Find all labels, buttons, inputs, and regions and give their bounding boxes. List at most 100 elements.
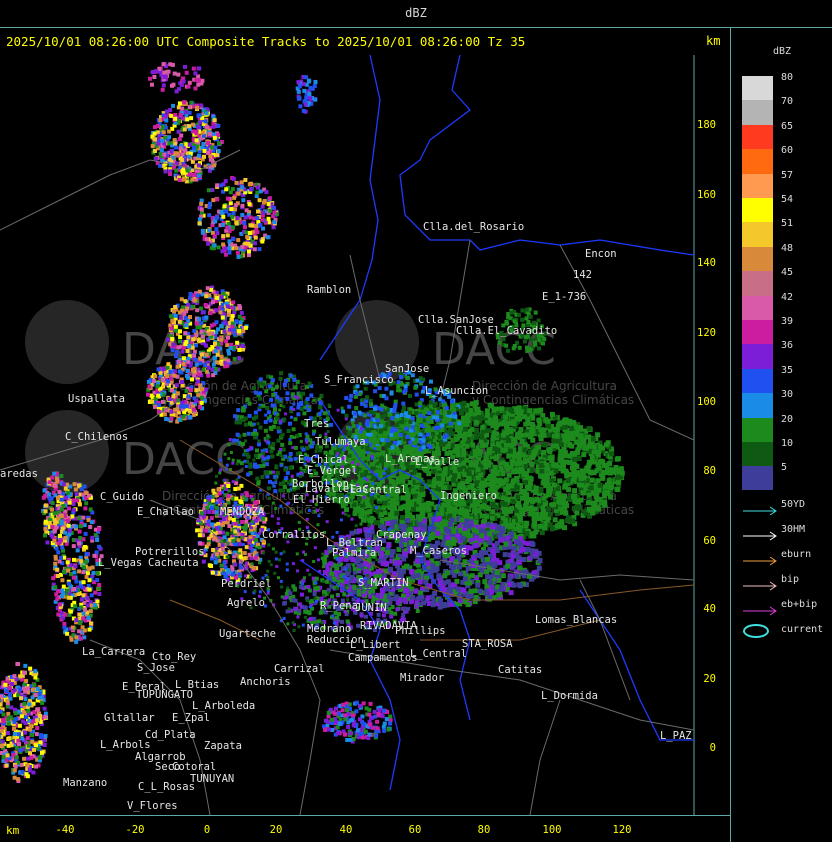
track-legend-label: current xyxy=(781,624,824,635)
place-label: S_Francisco xyxy=(324,374,394,386)
y-tick-label: 20 xyxy=(703,673,716,685)
legend-value-label: 36 xyxy=(781,340,794,352)
legend-swatch xyxy=(742,393,773,421)
y-tick-label: 140 xyxy=(697,257,716,269)
place-label: Crapenay xyxy=(376,529,427,541)
x-tick-label: 0 xyxy=(204,824,210,836)
dacc-logo-icon xyxy=(25,410,109,494)
watermark-line1: Dirección de Agricultura xyxy=(162,489,307,503)
legend-swatch xyxy=(742,320,773,347)
legend-value-label: 65 xyxy=(781,120,794,132)
place-label: E_Vergel xyxy=(307,465,358,477)
place-label: V_Flores xyxy=(127,800,178,812)
place-label: Tulumaya xyxy=(315,436,366,448)
place-label: L_Central xyxy=(410,648,467,660)
y-tick-label: 120 xyxy=(697,327,716,339)
y-tick-label: 100 xyxy=(697,396,716,408)
place-label: Ingeniero xyxy=(440,490,497,502)
x-tick-label: 80 xyxy=(478,824,491,836)
dacc-logo-icon xyxy=(25,300,109,384)
place-label: R_Pena xyxy=(320,600,358,612)
legend-swatch xyxy=(742,173,773,201)
place-label: Tres xyxy=(304,418,329,430)
place-label: L_Asuncion xyxy=(425,385,488,397)
y-tick-label: 60 xyxy=(703,535,716,547)
legend-swatch xyxy=(742,344,773,372)
place-label: JUNIN xyxy=(355,602,387,614)
place-label: La_Carrera xyxy=(82,646,145,658)
legend-value-label: 35 xyxy=(781,364,794,376)
place-label: L_Libert xyxy=(350,639,401,651)
x-tick-label: 120 xyxy=(613,824,632,836)
legend-value-label: 80 xyxy=(781,72,794,83)
place-label: RIVADAVIA xyxy=(360,620,418,632)
place-label: E_Challao xyxy=(137,506,194,518)
legend-value-label: 57 xyxy=(781,169,794,181)
place-label: Cd_Plata xyxy=(145,729,196,741)
place-label: M_Caseros xyxy=(410,545,467,557)
legend-swatch xyxy=(742,222,773,250)
place-label: STA_ROSA xyxy=(462,638,513,650)
y-tick-label: 160 xyxy=(697,189,716,201)
place-label: Corralitos xyxy=(262,529,325,541)
legend-swatch xyxy=(742,198,773,225)
legend-swatch xyxy=(742,76,773,103)
place-label: Catitas xyxy=(498,664,542,676)
legend-swatch xyxy=(742,246,773,274)
x-tick-label: 40 xyxy=(340,824,353,836)
place-label: TUNUYAN xyxy=(190,773,234,785)
x-tick-label: 20 xyxy=(270,824,283,836)
legend-value-label: 45 xyxy=(781,267,794,279)
place-label: Mirador xyxy=(400,672,444,684)
place-label: Gltallar xyxy=(104,712,155,724)
place-label: Lomas_Blancas xyxy=(535,614,617,626)
place-label: C_Guido xyxy=(100,491,144,503)
place-label: TUPUNGATO xyxy=(136,689,193,701)
legend-value-label: 10 xyxy=(781,438,794,449)
place-label: S_Jose xyxy=(137,662,175,674)
place-label: Palmira xyxy=(332,547,376,559)
y-tick-label: 80 xyxy=(703,465,716,477)
watermark-line2: y Contingencias Climáticas xyxy=(472,393,634,407)
place-label: SanJose xyxy=(385,363,429,375)
place-label: Encon xyxy=(585,248,617,260)
legend-swatch xyxy=(742,149,773,177)
track-arrow-icon xyxy=(741,551,781,566)
km-axis-label-bottom: km xyxy=(6,824,20,837)
place-label: El_Hierro xyxy=(293,494,350,506)
place-label: E_Zpal xyxy=(172,712,210,724)
radar-map[interactable]: DACCDirección de Agriculturay Contingenc… xyxy=(0,0,832,842)
place-label: E_Central xyxy=(350,484,407,496)
dbz-legend: dBZ 80 70 65 60 57 54 51 48 45 42 39 36 35 30 20 10 5 50Y… xyxy=(730,28,832,842)
place-label: L_Dormida xyxy=(541,690,598,702)
y-tick-label: 40 xyxy=(703,603,716,615)
x-tick-label: 60 xyxy=(409,824,422,836)
track-legend-label: 50YD xyxy=(781,499,806,510)
place-label: Agrelo xyxy=(227,597,265,609)
place-label: L_Vegas xyxy=(98,557,142,569)
watermark-line1: Dirección de Agricultura xyxy=(472,379,617,393)
place-label: Cotoral xyxy=(172,761,216,773)
y-tick-label: 0 xyxy=(710,742,716,754)
place-label: Carrizal xyxy=(274,663,325,675)
legend-value-label: 42 xyxy=(781,291,794,303)
place-label: C_L_Rosas xyxy=(138,781,195,793)
legend-value-label: 70 xyxy=(781,96,794,108)
legend-value-label: 60 xyxy=(781,145,794,157)
x-tick-label: -40 xyxy=(56,824,75,836)
composite-headline: 2025/10/01 08:26:00 UTC Composite Tracks… xyxy=(6,34,526,49)
place-label: L_PAZ xyxy=(660,730,692,742)
place-label: Zapata xyxy=(204,740,242,752)
place-label: Ugarteche xyxy=(219,628,276,640)
place-label: E_1-736 xyxy=(542,291,586,303)
legend-value-label: 51 xyxy=(781,218,794,230)
place-label: Clla.El_Cavadito xyxy=(456,325,557,337)
bottom-divider xyxy=(0,815,730,816)
km-axis-label-top: km xyxy=(706,34,721,48)
legend-value-label: 20 xyxy=(781,413,794,425)
legend-swatch xyxy=(742,295,773,323)
place-label: Uspallata xyxy=(68,393,125,405)
legend-swatch xyxy=(742,271,773,299)
place-label: L_Valle xyxy=(415,456,459,468)
place-label: aredas xyxy=(0,468,38,480)
